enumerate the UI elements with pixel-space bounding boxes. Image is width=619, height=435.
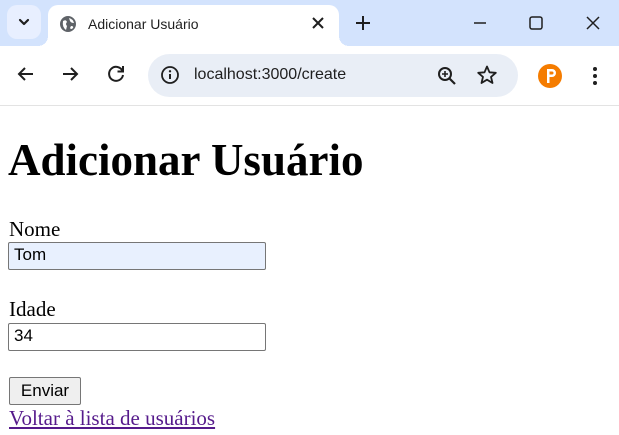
tab-search-button[interactable] [7,5,41,39]
submit-button[interactable]: Enviar [9,377,81,405]
zoom-in-icon[interactable] [436,65,458,87]
tab-title: Adicionar Usuário [88,16,199,32]
page-content: Adicionar Usuário Nome Tom Idade 34 Envi… [0,106,619,435]
chevron-down-icon [18,18,30,26]
arrow-right-icon[interactable] [58,62,82,86]
page-title: Adicionar Usuário [8,135,364,185]
address-bar[interactable]: localhost:3000/create [148,54,518,97]
window-close-icon[interactable] [582,12,604,34]
star-icon[interactable] [476,64,498,86]
plus-icon[interactable] [352,12,374,34]
globe-icon [60,16,76,32]
extension-p-icon[interactable] [537,63,563,89]
tab-strip: Adicionar Usuário [0,0,619,46]
name-field[interactable]: Tom [8,242,266,270]
browser-toolbar: localhost:3000/create [0,46,619,106]
reload-icon[interactable] [104,62,128,86]
info-icon[interactable] [160,65,180,85]
browser-tab[interactable]: Adicionar Usuário [38,5,349,46]
arrow-left-icon[interactable] [14,62,38,86]
maximize-icon[interactable] [525,12,547,34]
kebab-menu-icon[interactable] [586,64,604,88]
name-label: Nome [9,217,61,241]
url-text[interactable]: localhost:3000/create [194,66,346,84]
age-label: Idade [9,297,56,321]
close-icon[interactable] [310,15,326,31]
back-to-list-link[interactable]: Voltar à lista de usuários [9,406,215,431]
age-field[interactable]: 34 [8,323,266,351]
minimize-icon[interactable] [469,12,491,34]
